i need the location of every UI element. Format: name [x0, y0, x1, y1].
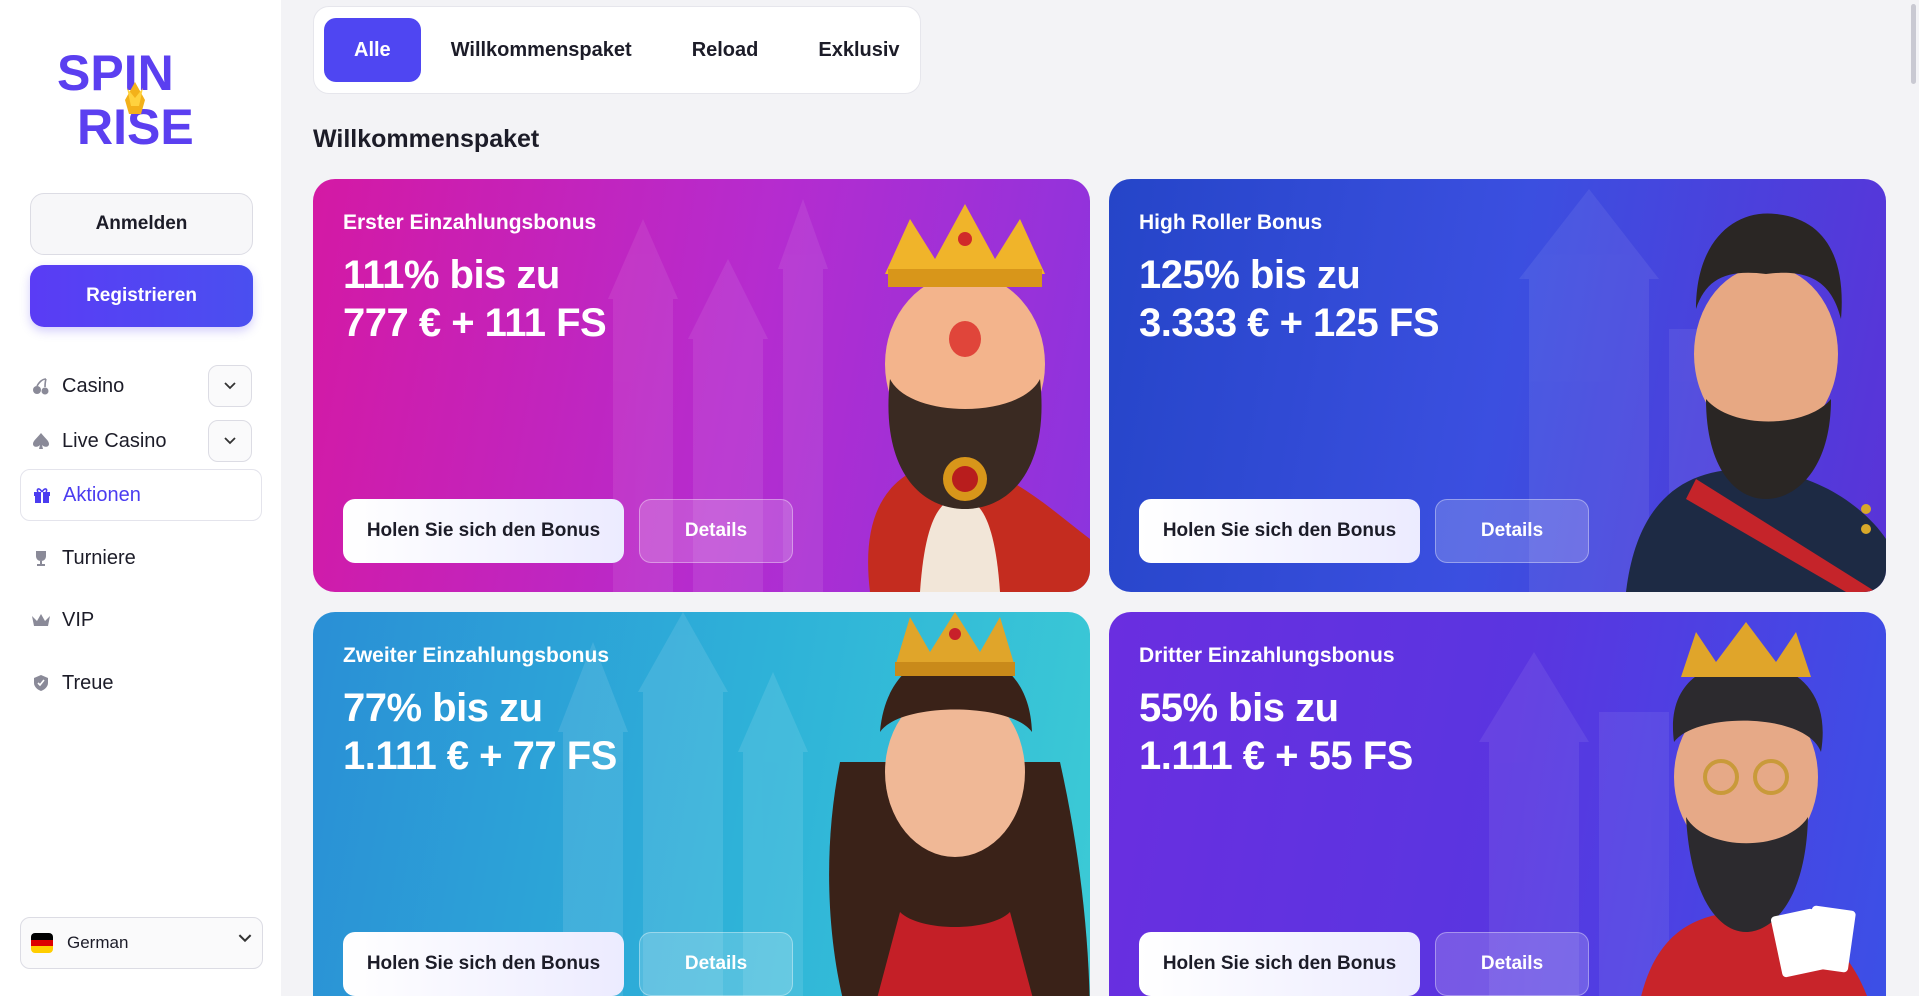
- nav-label: Live Casino: [62, 429, 167, 452]
- spade-icon: [30, 430, 52, 452]
- chevron-down-icon: [224, 437, 236, 445]
- details-button[interactable]: Details: [1435, 499, 1589, 563]
- page-scrollbar[interactable]: [1909, 0, 1917, 996]
- svg-text:SPIN: SPIN: [57, 45, 174, 101]
- nav-label: Casino: [62, 374, 125, 397]
- bonus-card-4: Dritter Einzahlungsbonus 55% bis zu 1.11…: [1109, 612, 1886, 996]
- chevron-down-icon: [224, 382, 236, 390]
- tab-exklusiv[interactable]: Exklusiv: [788, 18, 929, 82]
- card-subtitle: High Roller Bonus: [1139, 211, 1323, 234]
- bonus-card-3: Zweiter Einzahlungsbonus 77% bis zu 1.11…: [313, 612, 1090, 996]
- card-title: 55% bis zu 1.111 € + 55 FS: [1139, 686, 1413, 778]
- language-label: German: [67, 933, 129, 952]
- tab-willkommenspaket[interactable]: Willkommenspaket: [421, 18, 662, 82]
- nav-label: Turniere: [62, 546, 136, 569]
- queen-character-image: [829, 612, 1090, 996]
- nav-item-turniere[interactable]: Turniere: [20, 532, 262, 584]
- nav-item-live-casino[interactable]: Live Casino: [20, 415, 262, 467]
- card-title: 77% bis zu 1.111 € + 77 FS: [343, 686, 617, 778]
- card-subtitle: Erster Einzahlungsbonus: [343, 211, 597, 234]
- promo-tabs: Alle Willkommenspaket Reload Exklusiv: [313, 6, 921, 94]
- live-casino-expand-button[interactable]: [208, 420, 252, 462]
- tab-reload[interactable]: Reload: [662, 18, 789, 82]
- bonus-card-1: Erster Einzahlungsbonus 111% bis zu 777 …: [313, 179, 1090, 592]
- shield-icon: [30, 672, 52, 694]
- nav-label: Treue: [62, 671, 114, 694]
- login-button[interactable]: Anmelden: [30, 193, 253, 255]
- card-king-character-image: [1641, 622, 1867, 996]
- sidebar: SPIN RISE Anmelden Registrieren Casino L…: [0, 0, 281, 996]
- details-button[interactable]: Details: [1435, 932, 1589, 996]
- nav-item-treue[interactable]: Treue: [20, 657, 262, 709]
- chevron-down-icon: [238, 934, 252, 943]
- claim-bonus-button[interactable]: Holen Sie sich den Bonus: [343, 932, 624, 996]
- language-select[interactable]: German: [20, 917, 263, 969]
- claim-bonus-button[interactable]: Holen Sie sich den Bonus: [1139, 932, 1420, 996]
- details-button[interactable]: Details: [639, 499, 793, 563]
- tab-alle[interactable]: Alle: [324, 18, 421, 82]
- crown-icon: [30, 609, 52, 631]
- trophy-icon: [30, 547, 52, 569]
- nav-label: Aktionen: [63, 483, 141, 506]
- section-title: Willkommenspaket: [313, 125, 540, 153]
- king-character-image: [868, 204, 1090, 592]
- nav-item-casino[interactable]: Casino: [20, 360, 262, 412]
- high-roller-character-image: [1626, 213, 1886, 592]
- card-subtitle: Zweiter Einzahlungsbonus: [343, 644, 610, 667]
- gift-icon: [31, 484, 53, 506]
- germany-flag-icon: [31, 933, 53, 953]
- register-button[interactable]: Registrieren: [30, 265, 253, 327]
- nav-label: VIP: [62, 608, 95, 631]
- claim-bonus-button[interactable]: Holen Sie sich den Bonus: [1139, 499, 1420, 563]
- spinrise-logo[interactable]: SPIN RISE: [55, 42, 230, 155]
- card-title: 125% bis zu 3.333 € + 125 FS: [1139, 253, 1440, 345]
- cherries-icon: [30, 375, 52, 397]
- nav-item-vip[interactable]: VIP: [20, 594, 262, 646]
- card-title: 111% bis zu 777 € + 111 FS: [343, 253, 607, 345]
- casino-expand-button[interactable]: [208, 365, 252, 407]
- claim-bonus-button[interactable]: Holen Sie sich den Bonus: [343, 499, 624, 563]
- bonus-card-2: High Roller Bonus 125% bis zu 3.333 € + …: [1109, 179, 1886, 592]
- scrollbar-thumb[interactable]: [1911, 4, 1916, 84]
- nav-item-aktionen[interactable]: Aktionen: [20, 469, 262, 521]
- details-button[interactable]: Details: [639, 932, 793, 996]
- card-subtitle: Dritter Einzahlungsbonus: [1139, 644, 1395, 667]
